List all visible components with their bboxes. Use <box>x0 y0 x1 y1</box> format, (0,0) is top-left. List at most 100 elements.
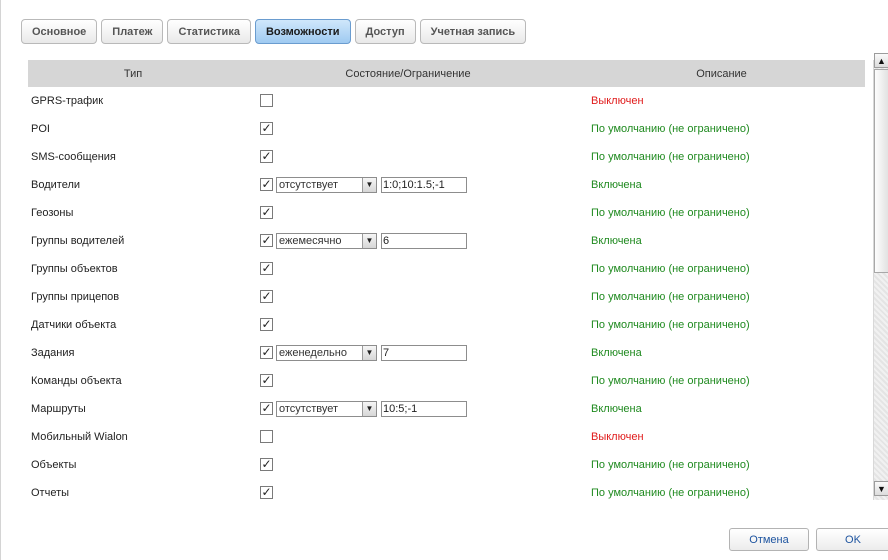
feature-status-description: По умолчанию (не ограничено) <box>591 263 750 275</box>
tab-statistics[interactable]: Статистика <box>167 19 251 44</box>
feature-enabled-checkbox[interactable]: ✓ <box>260 374 273 387</box>
feature-enabled-checkbox[interactable] <box>260 430 273 443</box>
limit-period-select[interactable]: еженедельно ▼ <box>276 345 377 361</box>
limit-period-value: ежемесячно <box>279 235 342 247</box>
feature-status-description: По умолчанию (не ограничено) <box>591 123 750 135</box>
table-header: Тип Состояние/Ограничение Описание <box>28 60 865 87</box>
feature-enabled-checkbox[interactable]: ✓ <box>260 486 273 499</box>
column-header-type[interactable]: Тип <box>28 68 238 80</box>
column-header-description[interactable]: Описание <box>578 68 865 80</box>
check-icon: ✓ <box>261 401 272 415</box>
cancel-button[interactable]: Отмена <box>729 528 809 551</box>
column-header-state[interactable]: Состояние/Ограничение <box>238 68 578 80</box>
feature-status-description: Выключен <box>591 95 644 107</box>
tab-account[interactable]: Учетная запись <box>419 19 527 44</box>
feature-enabled-checkbox[interactable]: ✓ <box>260 290 273 303</box>
limit-period-value: отсутствует <box>279 179 339 191</box>
check-icon: ✓ <box>261 205 272 219</box>
feature-enabled-checkbox[interactable]: ✓ <box>260 346 273 359</box>
feature-status-description: По умолчанию (не ограничено) <box>591 375 750 387</box>
feature-status-description: Выключен <box>591 431 644 443</box>
feature-status-description: По умолчанию (не ограничено) <box>591 319 750 331</box>
check-icon: ✓ <box>261 121 272 135</box>
feature-type-label: Группы объектов <box>31 263 118 275</box>
tab-payment[interactable]: Платеж <box>101 19 164 44</box>
feature-type-label: Отчеты <box>31 487 70 499</box>
limit-period-select[interactable]: отсутствует ▼ <box>276 177 377 193</box>
check-icon: ✓ <box>261 233 272 247</box>
table-row: Группы водителей ✓ ежемесячно ▼ 6 Включена <box>28 227 865 255</box>
feature-type-label: Геозоны <box>31 207 74 219</box>
feature-enabled-checkbox[interactable]: ✓ <box>260 178 273 191</box>
check-icon: ✓ <box>261 373 272 387</box>
table-row: Группы объектов ✓ По умолчанию (не огранич… <box>28 255 865 283</box>
limit-value-input[interactable]: 6 <box>381 233 467 249</box>
table-row: Команды объекта ✓ По умолчанию (не огранич… <box>28 367 865 395</box>
feature-enabled-checkbox[interactable]: ✓ <box>260 458 273 471</box>
chevron-down-icon[interactable]: ▼ <box>362 234 376 248</box>
table-row: SMS-сообщения ✓ По умолчанию (не ограничен… <box>28 143 865 171</box>
feature-enabled-checkbox[interactable]: ✓ <box>260 122 273 135</box>
feature-enabled-checkbox[interactable]: ✓ <box>260 262 273 275</box>
table-body: GPRS-трафик Выключен POI ✓ По умолчанию (не … <box>28 87 865 500</box>
check-icon: ✓ <box>261 149 272 163</box>
check-icon: ✓ <box>261 485 272 499</box>
feature-type-label: Датчики объекта <box>31 319 117 331</box>
chevron-down-icon[interactable]: ▼ <box>362 178 376 192</box>
limit-period-select[interactable]: ежемесячно ▼ <box>276 233 377 249</box>
tab-access[interactable]: Доступ <box>354 19 416 44</box>
feature-enabled-checkbox[interactable]: ✓ <box>260 206 273 219</box>
feature-type-label: SMS-сообщения <box>31 151 116 163</box>
limit-value-input[interactable]: 7 <box>381 345 467 361</box>
tab-features[interactable]: Возможности <box>254 19 351 44</box>
ok-button[interactable]: OK <box>816 528 888 551</box>
feature-type-label: Объекты <box>31 459 77 471</box>
feature-status-description: По умолчанию (не ограничено) <box>591 207 750 219</box>
table-row: Мобильный Wialon Выключен <box>28 423 865 451</box>
limit-period-value: отсутствует <box>279 403 339 415</box>
scroll-up-icon[interactable]: ▲ <box>874 53 888 68</box>
feature-status-description: По умолчанию (не ограничено) <box>591 151 750 163</box>
limit-value-input[interactable]: 10:5;-1 <box>381 401 467 417</box>
feature-type-label: POI <box>31 123 50 135</box>
feature-type-label: Группы водителей <box>31 235 125 247</box>
table-row: Отчеты ✓ По умолчанию (не ограничено) <box>28 479 865 500</box>
feature-type-label: Задания <box>31 347 75 359</box>
feature-enabled-checkbox[interactable] <box>260 94 273 107</box>
feature-type-label: GPRS-трафик <box>31 95 104 107</box>
feature-type-label: Мобильный Wialon <box>31 431 128 443</box>
table-row: Группы прицепов ✓ По умолчанию (не огранич… <box>28 283 865 311</box>
feature-enabled-checkbox[interactable]: ✓ <box>260 234 273 247</box>
table-row: Геозоны ✓ По умолчанию (не ограничено) <box>28 199 865 227</box>
chevron-down-icon[interactable]: ▼ <box>362 402 376 416</box>
feature-status-description: Включена <box>591 347 642 359</box>
feature-enabled-checkbox[interactable]: ✓ <box>260 150 273 163</box>
check-icon: ✓ <box>261 261 272 275</box>
vertical-scrollbar[interactable]: ▲ ▼ <box>873 53 888 500</box>
features-table: Тип Состояние/Ограничение Описание GPRS-… <box>28 60 871 500</box>
feature-type-label: Маршруты <box>31 403 86 415</box>
tab-basic[interactable]: Основное <box>21 19 98 44</box>
feature-type-label: Команды объекта <box>31 375 122 387</box>
check-icon: ✓ <box>261 177 272 191</box>
chevron-down-icon[interactable]: ▼ <box>362 346 376 360</box>
feature-enabled-checkbox[interactable]: ✓ <box>260 318 273 331</box>
tab-strip: Основное Платеж Статистика Возможности Д… <box>21 19 527 44</box>
feature-status-description: Включена <box>591 403 642 415</box>
check-icon: ✓ <box>261 457 272 471</box>
feature-status-description: По умолчанию (не ограничено) <box>591 291 750 303</box>
feature-enabled-checkbox[interactable]: ✓ <box>260 402 273 415</box>
table-row: Задания ✓ еженедельно ▼ 7 Включена <box>28 339 865 367</box>
table-row: Водители ✓ отсутствует ▼ 1:0;10:1.5;-1 Включе… <box>28 171 865 199</box>
feature-status-description: По умолчанию (не ограничено) <box>591 459 750 471</box>
table-row: Датчики объекта ✓ По умолчанию (не огранич… <box>28 311 865 339</box>
feature-status-description: Включена <box>591 235 642 247</box>
feature-status-description: По умолчанию (не ограничено) <box>591 487 750 499</box>
scroll-down-icon[interactable]: ▼ <box>874 481 888 496</box>
feature-status-description: Включена <box>591 179 642 191</box>
table-row: GPRS-трафик Выключен <box>28 87 865 115</box>
limit-period-select[interactable]: отсутствует ▼ <box>276 401 377 417</box>
table-row: Объекты ✓ По умолчанию (не ограничено) <box>28 451 865 479</box>
scrollbar-thumb[interactable] <box>874 69 888 273</box>
limit-value-input[interactable]: 1:0;10:1.5;-1 <box>381 177 467 193</box>
